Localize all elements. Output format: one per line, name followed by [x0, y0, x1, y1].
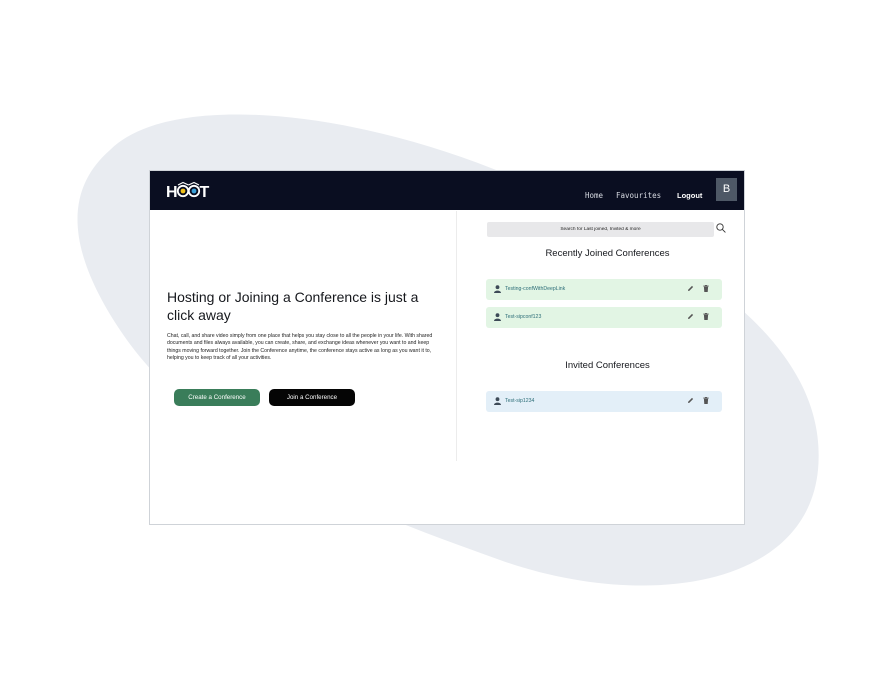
conference-item[interactable]: Test-sip1234: [486, 391, 722, 412]
create-conference-button[interactable]: Create a Conference: [174, 389, 260, 406]
edit-icon[interactable]: [687, 397, 694, 404]
recently-joined-heading: Recently Joined Conferences: [545, 248, 670, 259]
edit-icon[interactable]: [687, 285, 694, 292]
hero-description: Chat, call, and share video simply from …: [167, 333, 433, 361]
join-conference-button[interactable]: Join a Conference: [269, 389, 355, 406]
user-icon: [494, 285, 501, 293]
conference-name[interactable]: Test-sip1234: [505, 398, 534, 404]
conference-name[interactable]: Testing-confWithDeepLink: [505, 286, 565, 292]
nav-home[interactable]: Home: [585, 191, 603, 200]
trash-icon[interactable]: [703, 313, 709, 320]
hero-title: Hosting or Joining a Conference is just …: [167, 289, 419, 323]
conference-item[interactable]: Test-sipconf123: [486, 307, 722, 328]
user-icon: [494, 397, 501, 405]
app-window: H T Home Favourites Logout B Hosting or …: [149, 170, 745, 525]
hoot-logo[interactable]: H T: [166, 181, 210, 201]
svg-text:T: T: [200, 184, 210, 201]
conference-item[interactable]: Testing-confWithDeepLink: [486, 279, 722, 300]
trash-icon[interactable]: [703, 285, 709, 292]
edit-icon[interactable]: [687, 313, 694, 320]
navbar: H T Home Favourites Logout B: [150, 171, 744, 210]
column-divider: [456, 211, 457, 461]
search-input[interactable]: [487, 222, 714, 237]
avatar[interactable]: B: [716, 178, 737, 201]
user-icon: [494, 313, 501, 321]
search-icon[interactable]: [716, 223, 726, 233]
nav-favourites[interactable]: Favourites: [616, 191, 661, 200]
svg-text:H: H: [166, 184, 178, 201]
trash-icon[interactable]: [703, 397, 709, 404]
invited-heading: Invited Conferences: [565, 360, 650, 371]
nav-logout[interactable]: Logout: [677, 191, 702, 200]
conference-name[interactable]: Test-sipconf123: [505, 314, 541, 320]
